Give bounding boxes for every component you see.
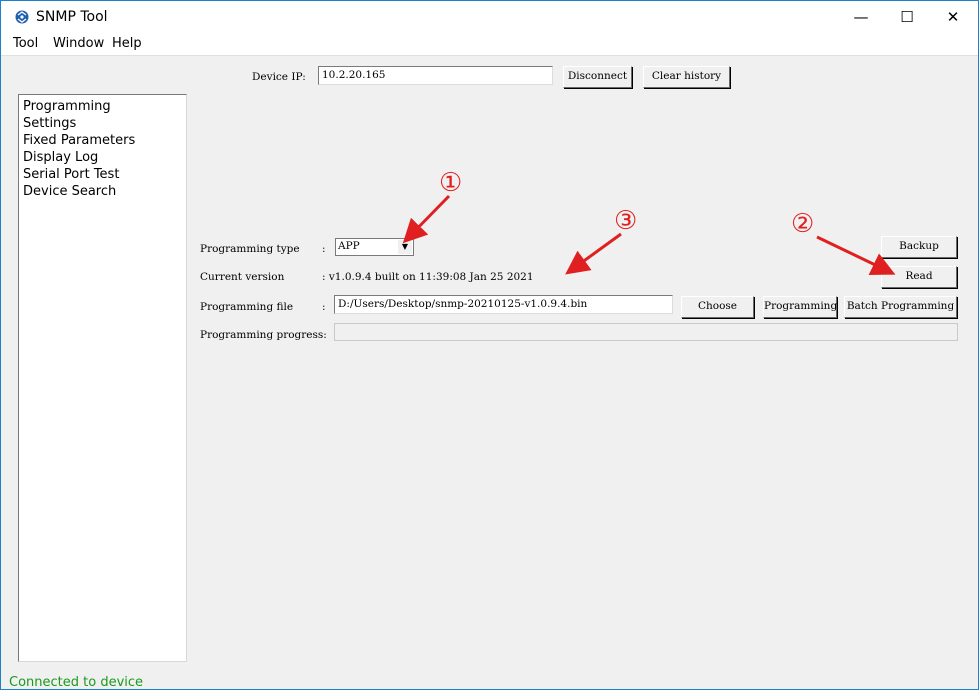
arrow-to-current-version — [565, 232, 622, 275]
annotation-arrows — [402, 194, 896, 276]
arrow-to-read-button — [816, 235, 896, 276]
annotation-3: ③ — [614, 206, 638, 236]
annotation-1: ① — [439, 168, 463, 198]
status-text: Connected to device — [9, 675, 144, 690]
app-window: SNMP Tool — ☐ ✕ Tool Window Help Device … — [0, 0, 979, 690]
arrow-to-type-select — [402, 194, 451, 244]
annotation-2: ② — [791, 209, 815, 239]
